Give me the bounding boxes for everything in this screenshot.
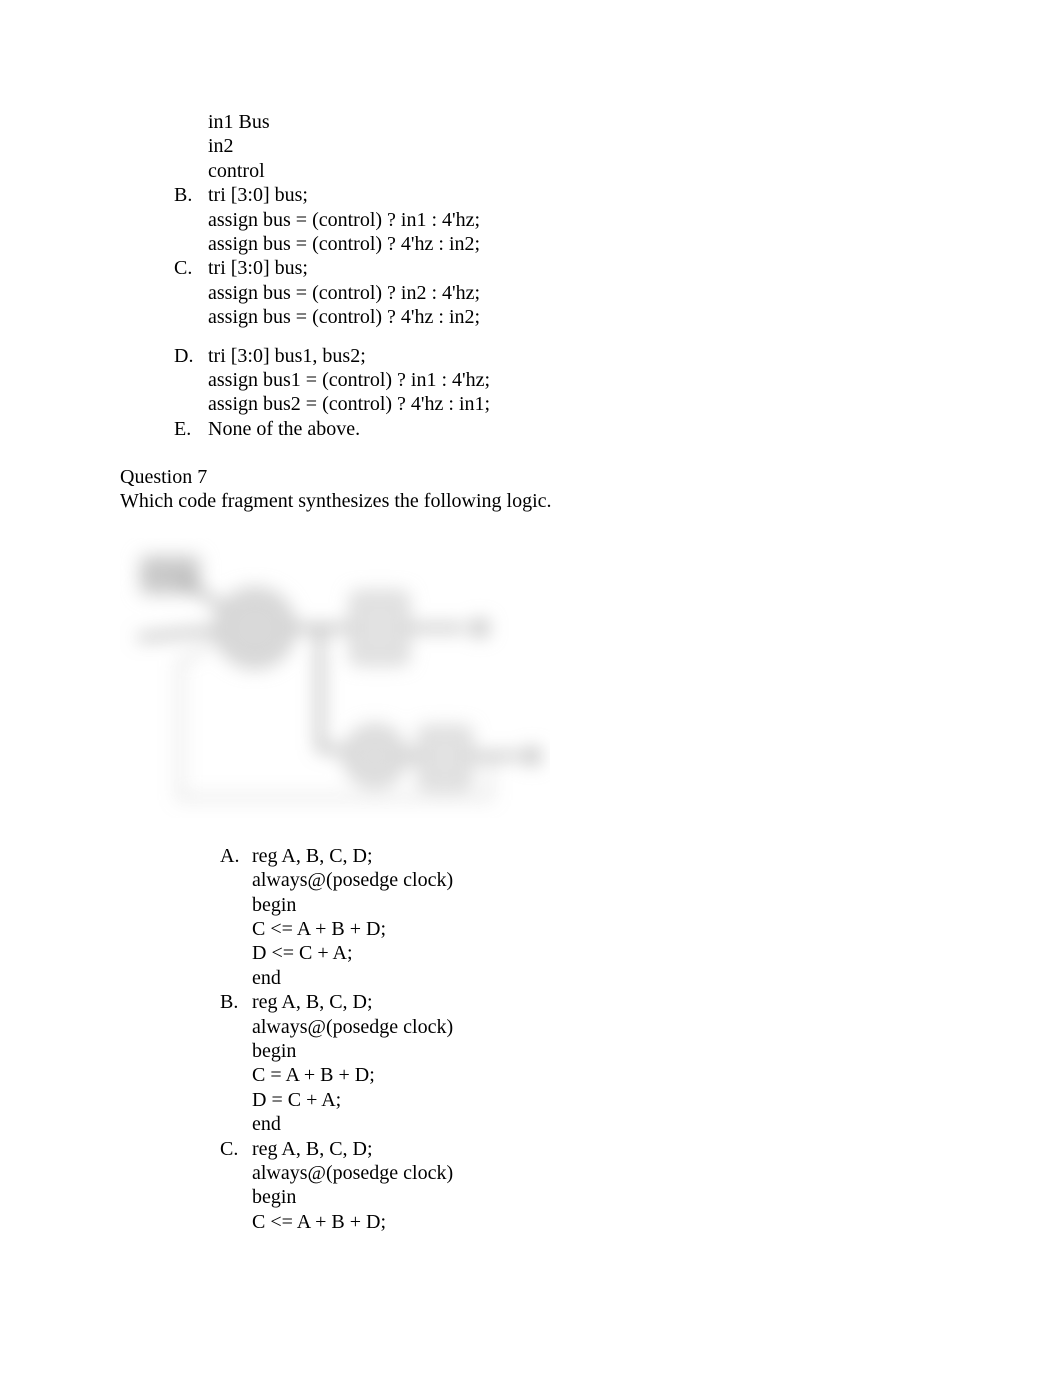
text-line: None of the above. [208,417,942,441]
answer-marker: A. [220,844,252,868]
text-line: end [220,966,942,990]
answer-c: C. reg A, B, C, D; always@(posedge clock… [220,1137,942,1235]
text-line: begin [220,1185,942,1209]
text-line: always@(posedge clock) [220,1015,942,1039]
text-line: begin [220,1039,942,1063]
text-line: reg A, B, C, D; [252,1137,942,1161]
option-marker: B. [174,183,208,256]
text-line: in2 [174,134,942,158]
text-line: in1 Bus [174,110,942,134]
text-line: end [220,1112,942,1136]
text-line: C <= A + B + D; [220,917,942,941]
answer-b: B. reg A, B, C, D; always@(posedge clock… [220,990,942,1136]
logic-diagram [120,538,942,818]
text-line: tri [3:0] bus1, bus2; [208,344,942,368]
text-line: C = A + B + D; [220,1063,942,1087]
text-line: reg A, B, C, D; [252,844,942,868]
answer-marker: C. [220,1137,252,1161]
text-line: always@(posedge clock) [220,868,942,892]
text-line: assign bus = (control) ? in2 : 4'hz; [208,281,942,305]
text-line: tri [3:0] bus; [208,183,942,207]
option-marker: E. [174,417,208,441]
text-line: assign bus = (control) ? in1 : 4'hz; [208,208,942,232]
option-c: C. tri [3:0] bus; assign bus = (control)… [120,256,942,329]
text-line: control [174,159,942,183]
logic-diagram-svg [120,538,550,818]
option-b: B. tri [3:0] bus; assign bus = (control)… [120,183,942,256]
text-line: begin [220,893,942,917]
option-d: D. tri [3:0] bus1, bus2; assign bus1 = (… [120,344,942,417]
text-line: D <= C + A; [220,941,942,965]
question-7-prompt: Which code fragment synthesizes the foll… [120,489,942,513]
answer-marker: B. [220,990,252,1014]
text-line: tri [3:0] bus; [208,256,942,280]
text-line: always@(posedge clock) [220,1161,942,1185]
option-marker: C. [174,256,208,329]
text-line: assign bus1 = (control) ? in1 : 4'hz; [208,368,942,392]
text-line: assign bus = (control) ? 4'hz : in2; [208,232,942,256]
text-line: assign bus2 = (control) ? 4'hz : in1; [208,392,942,416]
text-line: assign bus = (control) ? 4'hz : in2; [208,305,942,329]
option-e: E. None of the above. [120,417,942,441]
question-7-heading: Question 7 [120,465,942,489]
answer-a: A. reg A, B, C, D; always@(posedge clock… [220,844,942,990]
text-line: D = C + A; [220,1088,942,1112]
option-marker: D. [174,344,208,417]
option-a-continuation: in1 Bus in2 control [120,110,942,183]
text-line: reg A, B, C, D; [252,990,942,1014]
text-line: C <= A + B + D; [220,1210,942,1234]
